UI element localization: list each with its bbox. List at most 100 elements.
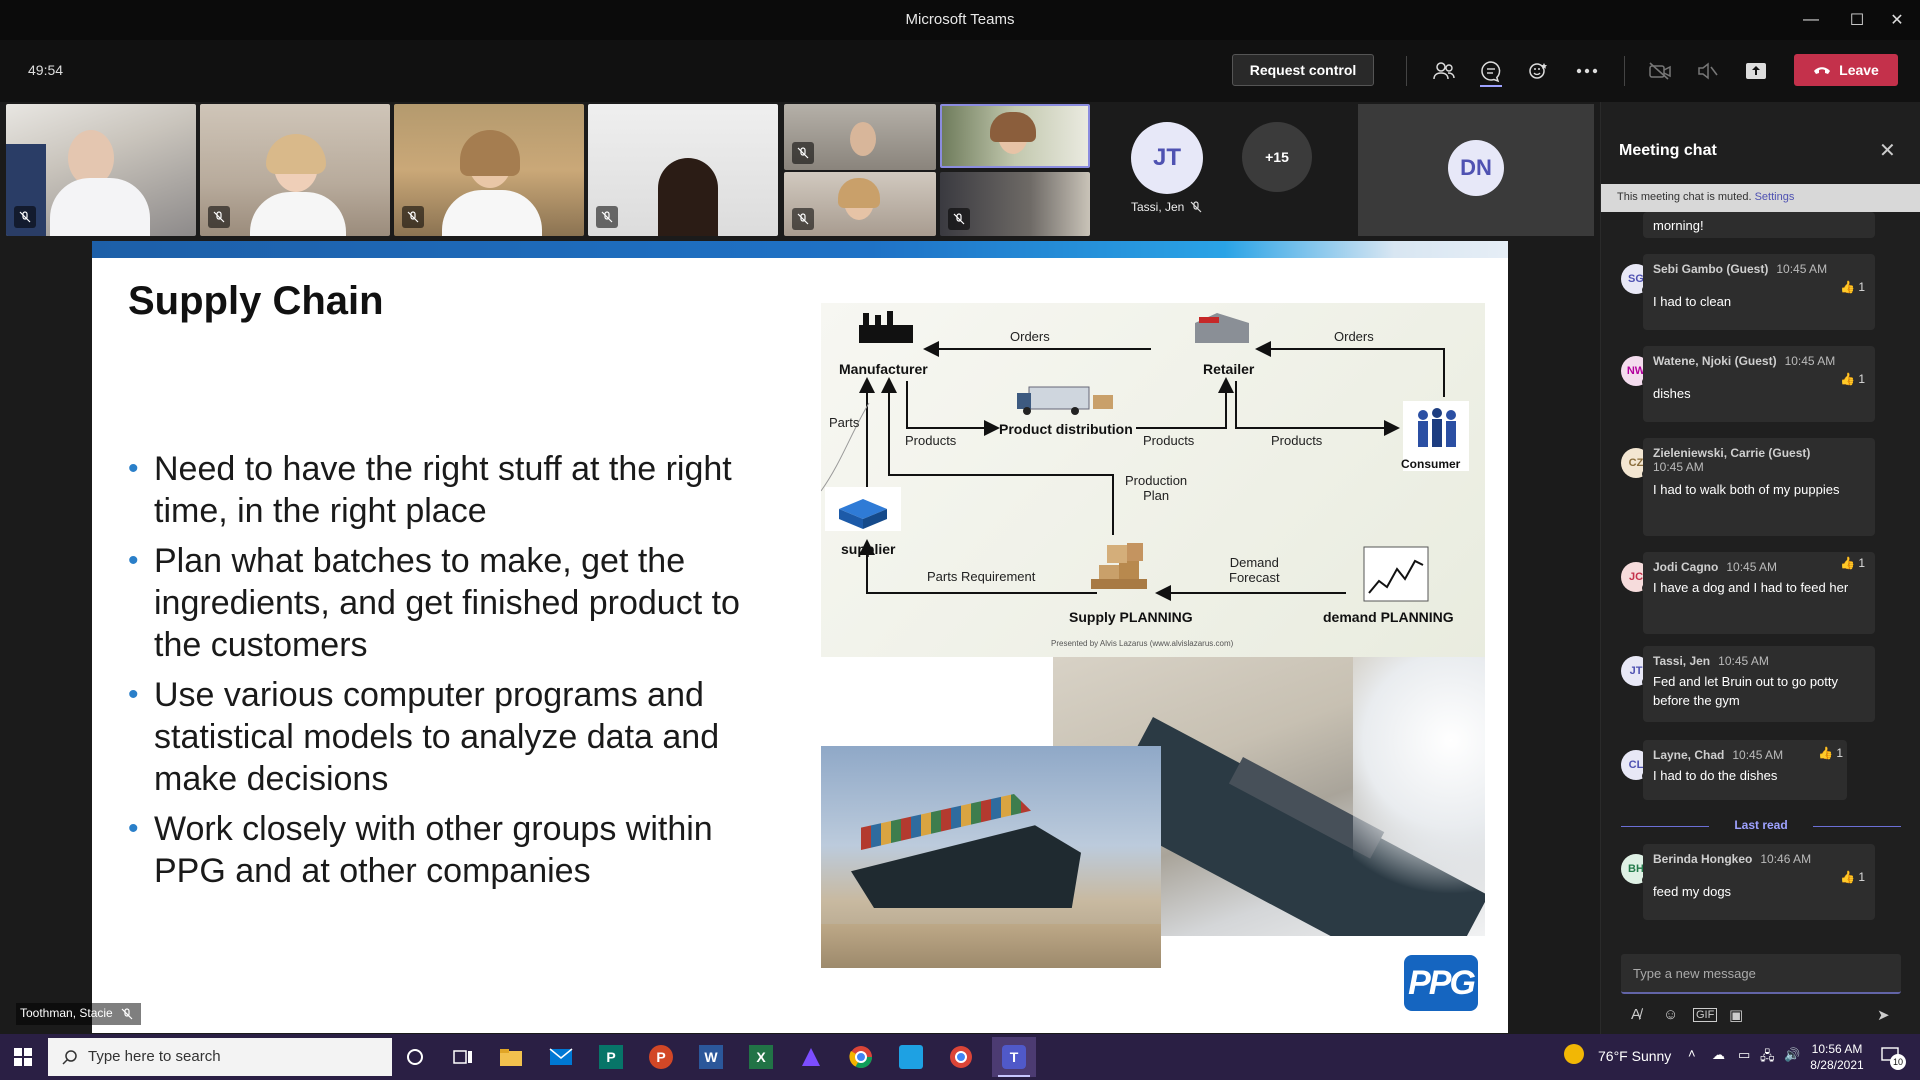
camera-off-icon[interactable] [1643, 55, 1677, 87]
reaction-like[interactable]: 👍 1 [1840, 372, 1865, 386]
weather-text[interactable]: 76°F Sunny [1598, 1048, 1671, 1064]
mail-icon[interactable] [544, 1040, 578, 1074]
mic-muted-icon [792, 142, 814, 164]
meeting-toolbar: 49:54 Request control Leave [0, 40, 1920, 102]
slide-bullet-list: Need to have the right stuff at the righ… [128, 448, 788, 900]
chat-message-partial: morning! [1643, 212, 1875, 238]
participant-avatar-jt[interactable]: JT [1131, 122, 1203, 194]
window-title: Microsoft Teams [905, 11, 1015, 28]
window-titlebar: Microsoft Teams — ☐ ✕ [0, 0, 1920, 40]
tray-app-icon[interactable]: ☁ [1712, 1047, 1725, 1063]
publisher-icon[interactable]: P [594, 1040, 628, 1074]
participant-video-tile[interactable] [6, 104, 196, 236]
diagram-credit: Presented by Alvis Lazarus (www.alvislaz… [1051, 639, 1234, 648]
slide-bullet: Need to have the right stuff at the righ… [128, 448, 788, 532]
shared-slide: Supply Chain Need to have the right stuf… [92, 241, 1508, 1033]
chrome-profile-icon[interactable] [944, 1040, 978, 1074]
diagram-orders-label: Orders [1334, 329, 1374, 344]
taskbar-search-input[interactable]: Type here to search [48, 1038, 392, 1076]
more-participants-button[interactable]: +15 [1242, 122, 1312, 192]
mic-muted-icon [14, 206, 36, 228]
chat-message: Tassi, Jen 10:45 AM Fed and let Bruin out… [1643, 646, 1875, 722]
send-icon[interactable]: ➤ [1877, 1006, 1890, 1024]
diagram-products-label: Products [1271, 433, 1323, 448]
boxes-icon [1091, 543, 1147, 589]
chat-message: Sebi Gambo (Guest) 10:45 AM 👍 1 I had to … [1643, 254, 1875, 330]
excel-icon[interactable]: X [744, 1040, 778, 1074]
notifications-icon[interactable]: 10 [1880, 1046, 1906, 1070]
slide-title: Supply Chain [128, 279, 384, 323]
reaction-like[interactable]: 👍 1 [1840, 870, 1865, 884]
participant-video-tile[interactable] [784, 172, 936, 236]
task-view-icon[interactable] [446, 1040, 480, 1074]
compose-toolbar: A̸ ☺ GIF ▣ ➤ [1621, 1004, 1901, 1028]
powerpoint-icon[interactable]: P [644, 1040, 678, 1074]
taskbar-clock[interactable]: 10:56 AM 8/28/2021 [1810, 1041, 1864, 1073]
windows-start-icon[interactable] [6, 1040, 40, 1074]
chat-settings-link[interactable]: Settings [1755, 191, 1795, 203]
participant-video-tile[interactable] [940, 172, 1090, 236]
meeting-chat-panel: Meeting chat ✕ This meeting chat is mute… [1600, 102, 1920, 1034]
supplier-icon [825, 487, 901, 531]
chat-icon[interactable] [1474, 55, 1508, 87]
mic-muted-icon [948, 208, 970, 230]
close-chat-icon[interactable]: ✕ [1879, 138, 1896, 163]
mic-off-icon[interactable] [1690, 55, 1724, 87]
emoji-icon[interactable]: ☺ [1663, 1006, 1678, 1023]
reactions-icon[interactable] [1522, 55, 1556, 87]
chat-message: Watene, Njoki (Guest) 10:45 AM 👍 1 dishes [1643, 346, 1875, 422]
minimize-button[interactable]: — [1788, 0, 1834, 40]
slide-header-bar [92, 241, 1508, 258]
participant-video-tile[interactable] [588, 104, 778, 236]
participant-video-tile[interactable] [394, 104, 584, 236]
diagram-retailer: Retailer [1203, 361, 1255, 377]
reaction-like[interactable]: 👍 1 [1818, 746, 1843, 760]
participant-video-tile[interactable] [784, 104, 936, 170]
paint-app-icon[interactable] [794, 1040, 828, 1074]
gif-icon[interactable]: GIF [1693, 1008, 1718, 1022]
reaction-like[interactable]: 👍 1 [1840, 280, 1865, 294]
request-control-button[interactable]: Request control [1232, 54, 1374, 86]
close-window-button[interactable]: ✕ [1874, 0, 1920, 40]
leave-button[interactable]: Leave [1794, 54, 1898, 86]
diagram-products-label: Products [1143, 433, 1195, 448]
mic-muted-icon [402, 206, 424, 228]
toolbar-divider [1406, 56, 1407, 86]
diagram-parts-label: Parts [829, 415, 860, 430]
slide-bullet: Plan what batches to make, get the ingre… [128, 540, 788, 666]
more-options-icon[interactable] [1570, 55, 1604, 87]
tray-chevron-icon[interactable]: ˄ [1688, 1046, 1696, 1061]
chat-compose-input[interactable]: Type a new message [1621, 954, 1901, 994]
share-screen-icon[interactable] [1739, 55, 1773, 87]
chat-message: Berinda Hongkeo 10:46 AM 👍 1 feed my dogs [1643, 844, 1875, 920]
participant-video-tile[interactable] [200, 104, 390, 236]
reaction-like[interactable]: 👍 1 [1840, 556, 1865, 570]
speaker-name-tag: Toothman, Stacie [16, 1003, 141, 1025]
word-icon[interactable]: W [694, 1040, 728, 1074]
participant-video-tile-active[interactable] [940, 104, 1090, 168]
participant-name-jt: Tassi, Jen [1131, 200, 1221, 214]
notification-count: 10 [1890, 1054, 1906, 1070]
thumbs-up-icon: 👍 [1840, 280, 1855, 294]
sticker-icon[interactable]: ▣ [1729, 1006, 1743, 1024]
chat-message: Layne, Chad 10:45 AM 👍 1 I had to do the … [1643, 740, 1847, 800]
battery-icon[interactable]: ▭ [1738, 1047, 1750, 1063]
diagram-production-plan-label: Production Plan [1125, 473, 1188, 503]
chat-message: Zieleniewski, Carrie (Guest) 10:45 AM I … [1643, 438, 1875, 536]
search-icon [62, 1050, 77, 1065]
store-app-icon[interactable] [894, 1040, 928, 1074]
chrome-icon[interactable] [844, 1040, 878, 1074]
store-icon [1195, 313, 1249, 343]
participants-icon[interactable] [1427, 55, 1461, 87]
format-icon[interactable]: A̸ [1631, 1006, 1641, 1023]
diagram-demand-planning: demand PLANNING [1323, 609, 1454, 625]
participant-tile-dn[interactable]: DN [1358, 104, 1594, 236]
network-icon[interactable]: 🖧 [1760, 1047, 1775, 1069]
teams-icon[interactable]: T [992, 1037, 1036, 1077]
file-explorer-icon[interactable] [494, 1040, 528, 1074]
cortana-icon[interactable] [398, 1040, 432, 1074]
volume-icon[interactable]: 🔊 [1784, 1047, 1800, 1063]
thumbs-up-icon: 👍 [1818, 746, 1833, 760]
truck-icon [1017, 386, 1113, 415]
supply-chain-diagram: Manufacturer Retailer Consumer supplier … [821, 303, 1485, 657]
